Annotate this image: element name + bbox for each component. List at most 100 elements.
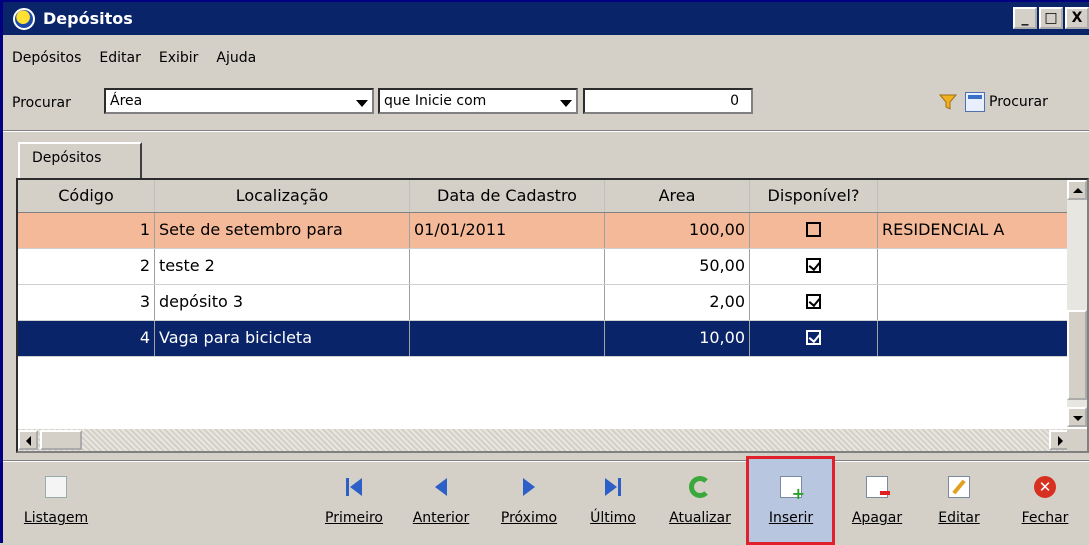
horizontal-scrollbar[interactable] [18,429,1069,451]
anterior-button[interactable]: Anterior [399,472,483,542]
insert-icon [780,476,805,503]
inserir-button[interactable]: Inserir [749,472,833,542]
window-controls: _ □ X [1011,7,1089,29]
column-header-disponivel[interactable]: Disponível? [750,180,878,212]
table-row[interactable]: 3 depósito 3 2,00 [18,285,1069,321]
column-header-data[interactable]: Data de Cadastro [410,180,605,212]
title-bar[interactable]: Depósitos _ □ X [3,2,1089,35]
search-field-value: Área [110,93,143,109]
vertical-scrollbar[interactable] [1067,180,1087,427]
cell-extra: RESIDENCIAL A [882,220,1005,239]
primeiro-button[interactable]: Primeiro [313,472,395,542]
window-title: Depósitos [43,9,133,28]
cell-localizacao: Vaga para bicicleta [155,321,410,356]
scroll-corner [1067,429,1087,451]
previous-record-icon [430,476,452,498]
next-record-icon [518,476,540,498]
ultimo-button[interactable]: Último [575,472,651,542]
primeiro-label: Primeiro [325,510,383,526]
data-grid: Código Localização Data de Cadastro Area… [16,178,1089,453]
apagar-button[interactable]: Apagar [837,472,917,542]
fechar-label: Fechar [1021,510,1069,526]
listagem-label: Listagem [23,510,89,526]
search-button-label: Procurar [989,94,1048,110]
proximo-button[interactable]: Próximo [487,472,571,542]
refresh-icon [689,476,711,498]
cell-disponivel [750,213,878,248]
cell-area: 2,00 [605,285,750,320]
column-header-extra[interactable] [878,180,1069,212]
search-button[interactable]: Procurar [965,88,1048,116]
cell-data [410,285,605,320]
scroll-thumb[interactable] [1067,310,1087,400]
menu-editar[interactable]: Editar [90,50,149,74]
app-icon [13,7,35,30]
scroll-up-button[interactable] [1067,180,1087,200]
grid-header: Código Localização Data de Cadastro Area… [18,180,1069,213]
scroll-left-button[interactable] [18,430,38,450]
minimize-button[interactable]: _ [1013,7,1037,29]
close-window-button[interactable]: X [1065,7,1089,29]
chevron-down-icon[interactable] [560,100,572,107]
cell-extra [878,321,1069,356]
checkbox[interactable] [806,330,821,345]
cell-extra [878,285,1069,320]
column-header-codigo[interactable]: Código [18,180,155,212]
cell-disponivel [750,249,878,284]
menu-depositos[interactable]: Depósitos [3,50,90,74]
scroll-right-button[interactable] [1049,430,1069,450]
divider [3,130,1089,132]
table-row[interactable]: 2 teste 2 50,00 [18,249,1069,285]
proximo-label: Próximo [500,510,558,526]
divider [3,460,1089,462]
table-row[interactable]: 1 Sete de setembro para 01/01/2011 100,0… [18,213,1069,249]
chevron-down-icon[interactable] [356,100,368,107]
cell-data [410,321,605,356]
window: Depósitos _ □ X Depósitos Editar Exibir … [0,0,1089,545]
search-mode-select[interactable]: que Inicie com [378,88,578,114]
scroll-down-button[interactable] [1067,407,1087,427]
cell-disponivel [750,285,878,320]
cell-codigo: 2 [18,249,155,284]
cell-localizacao: Sete de setembro para [155,213,410,248]
search-icon [965,92,985,112]
search-field-select[interactable]: Área [104,88,374,114]
checkbox[interactable] [806,222,821,237]
atualizar-button[interactable]: Atualizar [657,472,743,542]
edit-icon [948,476,970,498]
checkbox[interactable] [806,294,821,309]
apagar-label: Apagar [851,510,903,526]
checkbox[interactable] [806,258,821,273]
listagem-button[interactable]: Listagem [9,472,103,542]
tab-depositos[interactable]: Depósitos [18,142,142,178]
first-record-icon [343,476,365,498]
inserir-label: Inserir [768,510,814,526]
anterior-label: Anterior [412,510,470,526]
close-icon: ✕ [1034,476,1056,498]
fechar-button[interactable]: ✕ Fechar [1005,472,1085,542]
column-header-area[interactable]: Area [605,180,750,212]
document-icon [45,476,67,498]
scroll-thumb[interactable] [40,430,82,450]
menu-bar: Depósitos Editar Exibir Ajuda [3,50,265,74]
bottom-toolbar: Listagem Primeiro Anterior Próximo Últim… [3,464,1089,545]
search-input[interactable]: 0 [583,88,753,114]
cell-data [410,249,605,284]
editar-button[interactable]: Editar [921,472,997,542]
editar-label: Editar [938,510,980,526]
maximize-button[interactable]: □ [1039,7,1063,29]
search-label: Procurar [12,95,71,111]
menu-ajuda[interactable]: Ajuda [207,50,265,74]
cell-disponivel [750,321,878,356]
filter-icon[interactable] [939,94,957,110]
cell-area: 10,00 [605,321,750,356]
search-row: Procurar Área que Inicie com 0 Procurar [3,88,1089,118]
menu-exibir[interactable]: Exibir [150,50,208,74]
table-row[interactable]: 4 Vaga para bicicleta 10,00 [18,321,1069,357]
atualizar-label: Atualizar [669,510,731,526]
cell-data: 01/01/2011 [410,213,605,248]
cell-area: 50,00 [605,249,750,284]
cell-extra [878,249,1069,284]
cell-area: 100,00 [605,213,750,248]
column-header-localizacao[interactable]: Localização [155,180,410,212]
